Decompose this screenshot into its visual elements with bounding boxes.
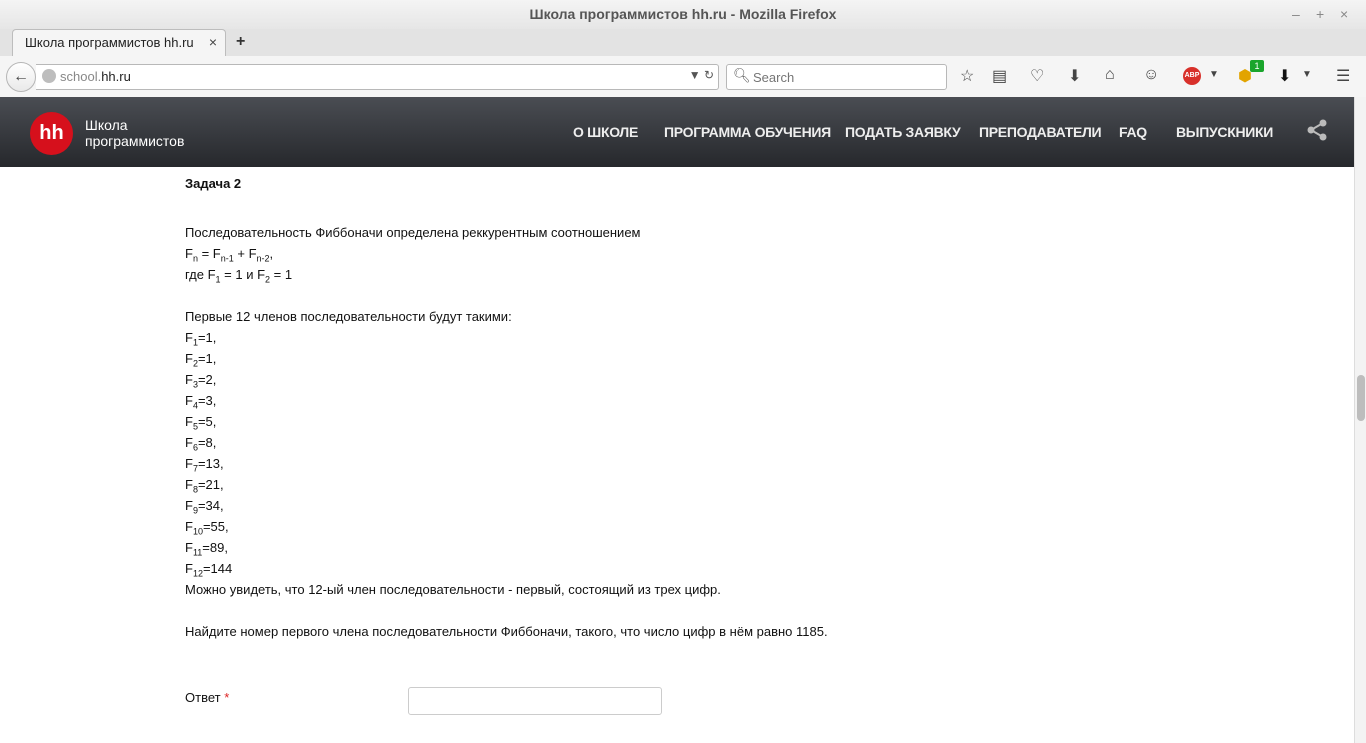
term-line: F4=3, xyxy=(185,393,217,411)
task-question: Найдите номер первого члена последовател… xyxy=(185,624,828,639)
term-line: F8=21, xyxy=(185,477,224,495)
bookmark-star-icon[interactable]: ☆ xyxy=(960,66,974,86)
menu-hamburger-icon[interactable]: ☰ xyxy=(1336,66,1350,86)
minimize-button[interactable]: – xyxy=(1292,0,1300,29)
task-initial-values: где F1 = 1 и F2 = 1 xyxy=(185,267,293,285)
term-line: F11=89, xyxy=(185,540,228,558)
task-observation: Можно увидеть, что 12-ый член последоват… xyxy=(185,582,721,597)
download-arrow-icon[interactable]: ⬇ xyxy=(1278,66,1291,86)
window-titlebar: Школа программистов hh.ru - Mozilla Fire… xyxy=(0,0,1366,29)
home-icon[interactable]: ⌂ xyxy=(1105,66,1115,84)
answer-input[interactable] xyxy=(408,687,662,715)
share-icon[interactable] xyxy=(1306,119,1328,141)
term-line: F6=8, xyxy=(185,435,217,453)
maximize-button[interactable]: + xyxy=(1316,0,1324,29)
download-dropdown-icon[interactable]: ▼ xyxy=(1302,69,1312,80)
scrollbar-thumb[interactable] xyxy=(1357,375,1365,421)
hh-logo[interactable]: hh xyxy=(30,112,73,155)
tab-school-hh[interactable]: Школа программистов hh.ru × xyxy=(12,29,226,57)
required-mark: * xyxy=(224,690,230,705)
term-line: F7=13, xyxy=(185,456,224,474)
answer-label: Ответ * xyxy=(185,690,230,705)
adblock-dropdown-icon[interactable]: ▼ xyxy=(1209,69,1219,80)
pocket-icon[interactable]: ♡ xyxy=(1030,66,1044,86)
nav-apply[interactable]: ПОДАТЬ ЗАЯВКУ xyxy=(845,124,961,140)
window-close-button[interactable]: × xyxy=(1340,0,1348,29)
chat-icon[interactable]: ☺ xyxy=(1143,66,1159,84)
page-scrollbar[interactable] xyxy=(1354,97,1366,743)
nav-faq[interactable]: FAQ xyxy=(1119,124,1147,140)
url-text[interactable]: school.hh.ru xyxy=(60,69,131,84)
task-intro: Последовательность Фиббоначи определена … xyxy=(185,225,641,240)
site-header: hh Школа программистов О ШКОЛЕ ПРОГРАММА… xyxy=(0,97,1354,167)
nav-about[interactable]: О ШКОЛЕ xyxy=(573,124,638,140)
url-domain: hh.ru xyxy=(101,69,131,84)
site-identity-icon[interactable] xyxy=(42,69,56,83)
reading-list-icon[interactable]: ▤ xyxy=(992,66,1007,86)
nav-teachers[interactable]: ПРЕПОДАВАТЕЛИ xyxy=(979,124,1102,140)
new-tab-button[interactable]: + xyxy=(236,33,245,51)
term-line: F3=2, xyxy=(185,372,217,390)
task-title: Задача 2 xyxy=(185,176,242,191)
notification-badge: 1 xyxy=(1250,60,1264,72)
navigation-toolbar: ← school.hh.ru ▼ ↻ 🔍︎ ☆ ▤ ♡ ⬇ ⌂ ☺ ABP ▼ … xyxy=(0,56,1366,98)
back-button[interactable]: ← xyxy=(6,62,36,92)
term-line: F9=34, xyxy=(185,498,224,516)
nav-graduates[interactable]: ВЫПУСКНИКИ xyxy=(1176,124,1273,140)
brand-title[interactable]: Школа программистов xyxy=(85,117,184,149)
window-title: Школа программистов hh.ru - Mozilla Fire… xyxy=(529,6,837,22)
tab-strip: Школа программистов hh.ru × + xyxy=(0,29,1366,57)
task-formula: Fn = Fn-1 + Fn-2, xyxy=(185,246,274,264)
url-prefix: school. xyxy=(60,69,102,84)
search-bar[interactable]: 🔍︎ xyxy=(726,64,947,90)
url-dropdown-icon[interactable]: ▼ xyxy=(689,68,701,82)
term-line: F5=5, xyxy=(185,414,217,432)
back-arrow-icon: ← xyxy=(13,68,29,85)
url-bar[interactable]: school.hh.ru ▼ ↻ xyxy=(36,64,719,90)
tab-close-icon[interactable]: × xyxy=(209,34,217,50)
reload-icon[interactable]: ↻ xyxy=(704,68,714,82)
downloads-icon[interactable]: ⬇ xyxy=(1068,66,1081,86)
term-line: F1=1, xyxy=(185,330,217,348)
brand-line2: программистов xyxy=(85,133,185,149)
search-input[interactable] xyxy=(751,67,940,87)
term-line: F12=144 xyxy=(185,561,233,579)
search-icon: 🔍︎ xyxy=(733,67,751,83)
nav-program[interactable]: ПРОГРАММА ОБУЧЕНИЯ xyxy=(664,124,831,140)
term-line: F2=1, xyxy=(185,351,217,369)
first-terms-label: Первые 12 членов последовательности буду… xyxy=(185,309,512,324)
term-line: F10=55, xyxy=(185,519,229,537)
adblock-icon[interactable]: ABP xyxy=(1183,67,1201,85)
tab-label: Школа программистов hh.ru xyxy=(25,35,194,50)
brand-line1: Школа xyxy=(85,117,128,133)
